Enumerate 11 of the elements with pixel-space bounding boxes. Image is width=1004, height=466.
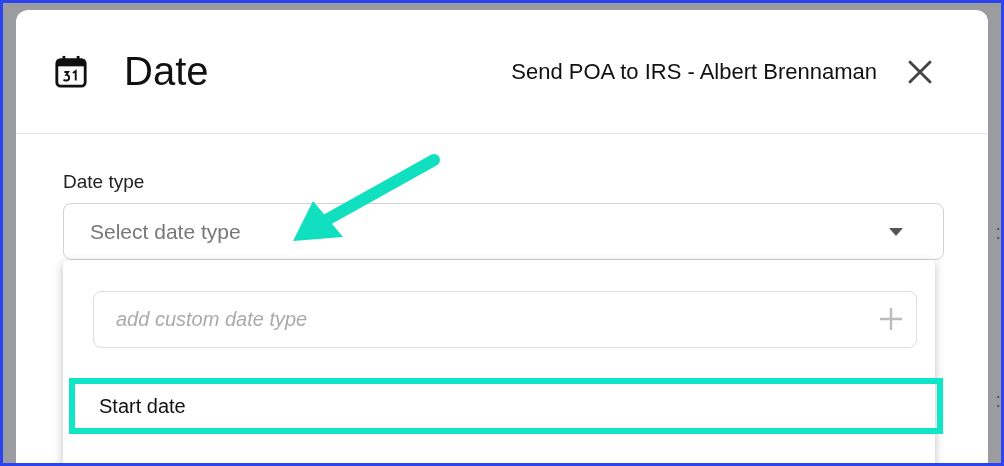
dialog-subtitle: Send POA to IRS - Albert Brennaman xyxy=(511,58,877,85)
dialog-title: Date xyxy=(124,49,210,94)
field-label: Date type xyxy=(63,171,146,193)
close-icon[interactable] xyxy=(907,58,933,85)
date-type-select[interactable]: Select date type xyxy=(63,203,944,260)
custom-type-field[interactable]: add custom date type xyxy=(93,291,917,348)
dropdown-option[interactable]: Start date xyxy=(69,378,943,434)
caret-icon xyxy=(889,227,903,236)
background-text: : xyxy=(995,221,1001,244)
calendar-icon xyxy=(54,54,88,89)
background-text: : xyxy=(995,389,1001,412)
